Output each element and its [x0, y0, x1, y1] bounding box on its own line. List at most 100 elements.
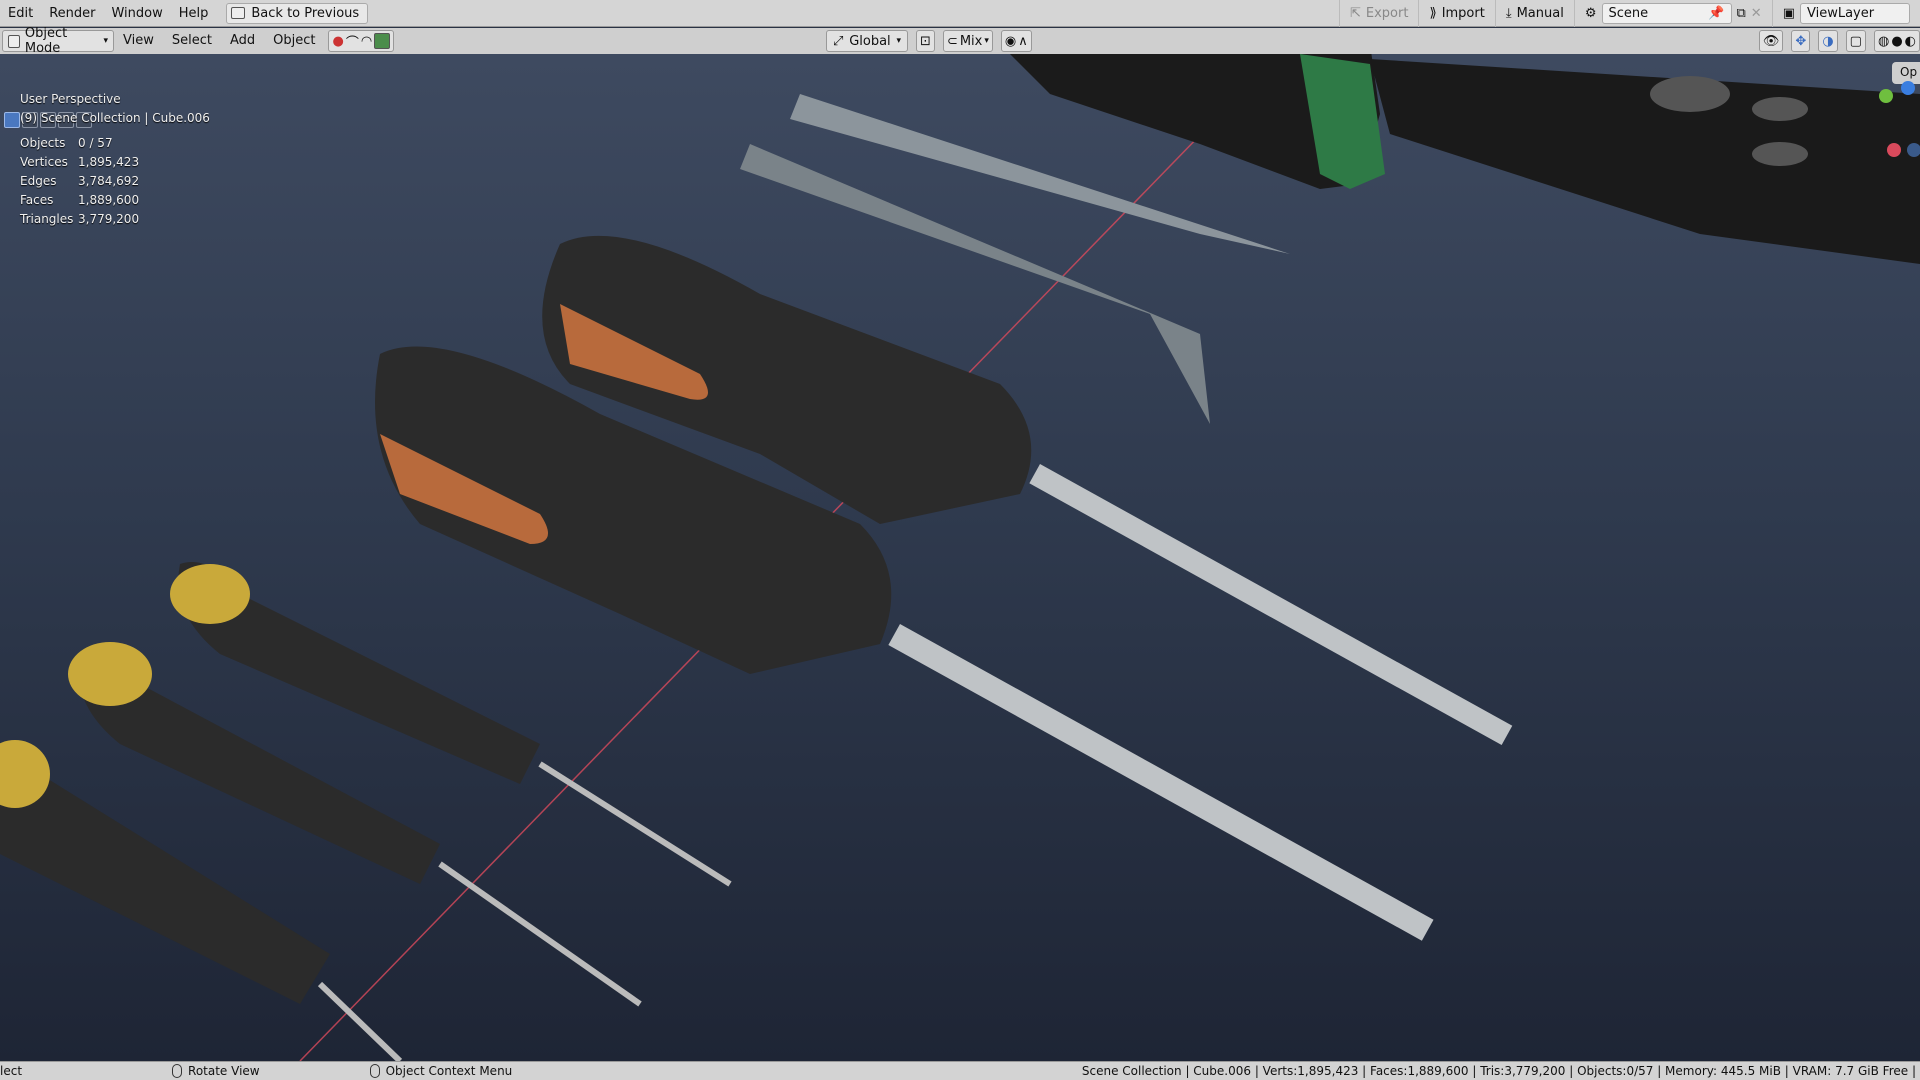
- screwdriver-shaft: [888, 624, 1434, 941]
- falloff-curve-icon: ∧: [1018, 33, 1028, 49]
- object-mode-dropdown[interactable]: Object Mode ▾: [2, 26, 114, 56]
- xray-toggle[interactable]: ▢: [1845, 30, 1866, 52]
- stat-label: Edges: [20, 174, 57, 188]
- import-icon: ⟫: [1429, 6, 1437, 21]
- scene-icon: ⚙: [1584, 6, 1597, 21]
- pliers-body: [1370, 59, 1920, 264]
- stat-row: Edges 3,784,692: [20, 172, 210, 191]
- chevron-down-icon: ▾: [896, 36, 901, 46]
- xray-icon: ▢: [1849, 33, 1862, 49]
- small-shaft: [438, 861, 642, 1007]
- stat-value: 0 / 57: [78, 136, 113, 150]
- proportional-edit-toggle[interactable]: ◉ ∧: [1000, 30, 1032, 52]
- viewlayer-name-field[interactable]: ViewLayer: [1800, 3, 1910, 24]
- back-to-previous-button[interactable]: Back to Previous: [226, 2, 369, 24]
- pliers-button: [1752, 142, 1808, 166]
- chevron-down-icon: ▾: [103, 36, 108, 46]
- menu-select[interactable]: Select: [163, 28, 221, 54]
- orientation-label: Global: [849, 33, 891, 49]
- top-bar: Edit Render Window Help Back to Previous…: [0, 0, 1920, 27]
- stat-value: 1,895,423: [78, 155, 140, 169]
- new-scene-icon[interactable]: ⧉: [1737, 6, 1746, 21]
- pliers-button: [1752, 97, 1808, 121]
- wireframe-shading-icon[interactable]: ◍: [1878, 34, 1889, 49]
- stat-value: 3,779,200: [78, 212, 140, 226]
- viewlayer-name: ViewLayer: [1807, 6, 1875, 21]
- falloff-icon[interactable]: ◠: [361, 34, 372, 49]
- viewport-info-overlay: User Perspective (9) Scene Collection | …: [20, 90, 210, 229]
- scene-selector[interactable]: ⚙ Scene 📌 ⧉ ✕: [1573, 0, 1772, 27]
- scene-stats-text: Scene Collection | Cube.006 | Verts:1,89…: [1081, 1064, 1916, 1078]
- rotate-view-hint: Rotate View: [172, 1064, 260, 1078]
- cap-yellow: [170, 564, 250, 624]
- screen-icon: [231, 7, 246, 19]
- solid-shading-icon[interactable]: ●: [1891, 34, 1902, 49]
- scene-name-field[interactable]: Scene 📌: [1601, 3, 1732, 24]
- cap-yellow: [68, 642, 152, 706]
- gizmo-icon: ✥: [1795, 33, 1807, 49]
- curve-icon[interactable]: ⌒: [346, 32, 359, 51]
- export-icon: ⇱: [1349, 6, 1361, 21]
- overlay-toggle[interactable]: ◑: [1818, 30, 1838, 52]
- menu-help[interactable]: Help: [171, 0, 217, 27]
- manual-button[interactable]: ⤓ Manual: [1494, 0, 1574, 27]
- select-new-icon[interactable]: [4, 112, 20, 128]
- gizmo-toggle[interactable]: ✥: [1791, 30, 1811, 52]
- view-name: User Perspective: [20, 92, 121, 106]
- viewlayer-icon: ▣: [1782, 6, 1795, 21]
- export-label: Export: [1365, 6, 1409, 21]
- pivot-point-dropdown[interactable]: ⊡: [916, 30, 935, 52]
- menu-window[interactable]: Window: [103, 0, 170, 27]
- visibility-dropdown[interactable]: 👁: [1758, 30, 1784, 52]
- blend-mode-label: Mix: [959, 33, 983, 49]
- status-bar: lect Rotate View Object Context Menu Sce…: [0, 1061, 1920, 1080]
- menu-render[interactable]: Render: [41, 0, 103, 27]
- shading-tool-group[interactable]: ● ⌒ ◠: [328, 30, 395, 52]
- x-axis-gizmo-icon: [1887, 143, 1901, 157]
- import-label: Import: [1441, 6, 1485, 21]
- stat-value: 3,784,692: [78, 174, 140, 188]
- overlay-icon: ◑: [1822, 33, 1834, 49]
- stat-row: Triangles 3,779,200: [20, 210, 210, 229]
- stat-label: Objects: [20, 136, 66, 150]
- menu-add[interactable]: Add: [221, 28, 264, 54]
- close-scene-icon[interactable]: ✕: [1751, 6, 1762, 21]
- menu-view[interactable]: View: [114, 28, 163, 54]
- menu-object[interactable]: Object: [264, 28, 324, 54]
- eye-icon: 👁: [1762, 33, 1780, 49]
- viewport-header: Object Mode ▾ View Select Add Object ● ⌒…: [0, 26, 1920, 56]
- scene-render: [0, 54, 1920, 1061]
- snap-toggle-icon[interactable]: [374, 33, 391, 49]
- back-to-previous-label: Back to Previous: [251, 5, 360, 21]
- material-ball-icon[interactable]: ●: [332, 34, 343, 49]
- object-mode-icon: [8, 34, 20, 48]
- z-axis-gizmo-icon: [1901, 81, 1915, 95]
- screwdriver-shaft: [1029, 464, 1513, 746]
- select-hint-label: lect: [0, 1064, 23, 1078]
- export-button[interactable]: ⇱ Export: [1338, 0, 1418, 27]
- stat-label: Triangles: [20, 212, 74, 226]
- stat-label: Vertices: [20, 155, 68, 169]
- download-icon: ⤓: [1505, 6, 1512, 21]
- orientation-icon: ⤢: [833, 33, 844, 49]
- 3d-viewport[interactable]: User Perspective (9) Scene Collection | …: [0, 54, 1920, 1061]
- navigation-gizmo[interactable]: [1860, 78, 1920, 158]
- select-hint: lect: [0, 1064, 22, 1078]
- import-button[interactable]: ⟫ Import: [1418, 0, 1494, 27]
- stat-row: Vertices 1,895,423: [20, 153, 210, 172]
- mouse-right-icon: [369, 1064, 380, 1078]
- shading-mode-group[interactable]: ◍ ● ◐: [1873, 30, 1920, 52]
- small-shaft: [317, 981, 403, 1061]
- transform-orientation-dropdown[interactable]: ⤢ Global ▾: [826, 30, 908, 52]
- scene-name: Scene: [1608, 6, 1649, 21]
- material-shading-icon[interactable]: ◐: [1905, 34, 1916, 49]
- snap-dropdown[interactable]: ⊂ Mix ▾: [942, 30, 993, 52]
- pliers-button: [1650, 76, 1730, 112]
- viewlayer-selector[interactable]: ▣ ViewLayer: [1771, 0, 1920, 27]
- neg-z-gizmo-icon: [1907, 143, 1920, 157]
- context-menu-label: Object Context Menu: [385, 1064, 513, 1078]
- menu-edit[interactable]: Edit: [0, 0, 41, 27]
- magnet-icon: ⊂: [946, 33, 958, 49]
- pin-icon[interactable]: 📌: [1708, 6, 1724, 21]
- mouse-middle-icon: [172, 1064, 183, 1078]
